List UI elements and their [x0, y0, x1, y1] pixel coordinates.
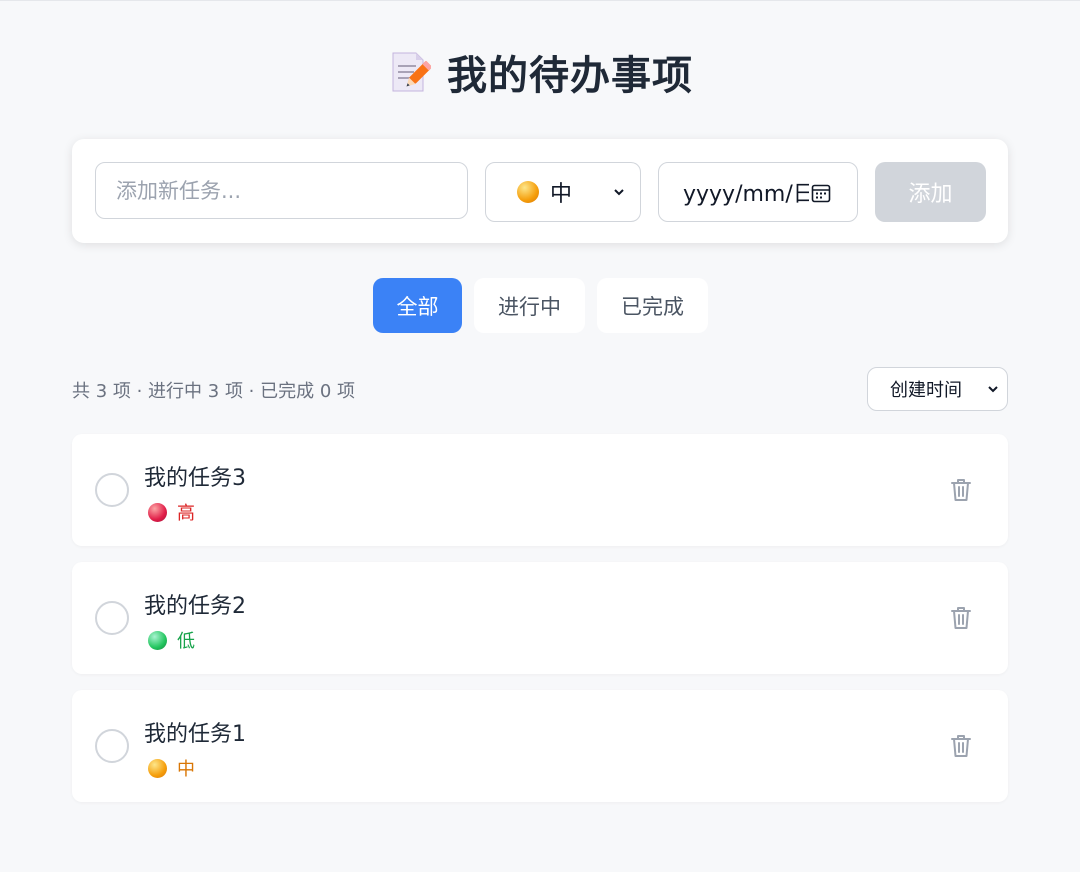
task-priority: 低	[148, 627, 195, 653]
due-date-placeholder: yyyy/mm/日	[683, 182, 809, 207]
task-title: 我的任务2	[144, 594, 246, 619]
high-priority-dot-icon	[148, 502, 167, 522]
task-checkbox[interactable]	[95, 473, 129, 507]
due-date-input[interactable]: yyyy/mm/日	[658, 162, 858, 222]
tab-in-progress[interactable]: 进行中	[474, 278, 585, 333]
trash-icon[interactable]	[949, 477, 973, 503]
task-item: 我的任务2 低	[72, 562, 1008, 674]
tab-completed[interactable]: 已完成	[597, 278, 708, 333]
priority-select[interactable]: 中	[485, 162, 641, 222]
task-item: 我的任务1 中	[72, 690, 1008, 802]
task-title: 我的任务1	[144, 722, 246, 747]
task-priority-label: 高	[177, 503, 195, 524]
new-task-input[interactable]	[95, 162, 468, 219]
top-divider	[0, 0, 1080, 1]
tab-all[interactable]: 全部	[373, 278, 462, 333]
chevron-down-icon	[988, 386, 998, 393]
add-task-card: 中 yyyy/mm/日 添加	[72, 139, 1008, 243]
filter-tabs: 全部 进行中 已完成	[373, 278, 708, 333]
sort-select[interactable]: 创建时间	[867, 367, 1008, 411]
task-priority-label: 低	[177, 631, 195, 652]
task-priority: 高	[148, 499, 195, 525]
task-checkbox[interactable]	[95, 729, 129, 763]
task-item: 我的任务3 高	[72, 434, 1008, 546]
page-title: 我的待办事项	[447, 53, 693, 99]
low-priority-dot-icon	[148, 630, 167, 650]
medium-priority-dot-icon	[148, 758, 167, 778]
priority-select-value: 中	[550, 182, 573, 207]
add-task-button[interactable]: 添加	[875, 162, 986, 222]
task-priority-label: 中	[177, 759, 195, 780]
sort-select-value: 创建时间	[890, 380, 962, 401]
calendar-icon[interactable]	[811, 183, 831, 203]
task-checkbox[interactable]	[95, 601, 129, 635]
task-priority: 中	[148, 755, 195, 781]
memo-icon	[392, 52, 431, 92]
chevron-down-icon	[614, 189, 624, 196]
trash-icon[interactable]	[949, 733, 973, 759]
header: 我的待办事项	[0, 44, 1080, 100]
task-title: 我的任务3	[144, 466, 246, 491]
medium-priority-dot-icon	[517, 181, 539, 203]
trash-icon[interactable]	[949, 605, 973, 631]
task-stats: 共 3 项 · 进行中 3 项 · 已完成 0 项	[72, 381, 356, 402]
